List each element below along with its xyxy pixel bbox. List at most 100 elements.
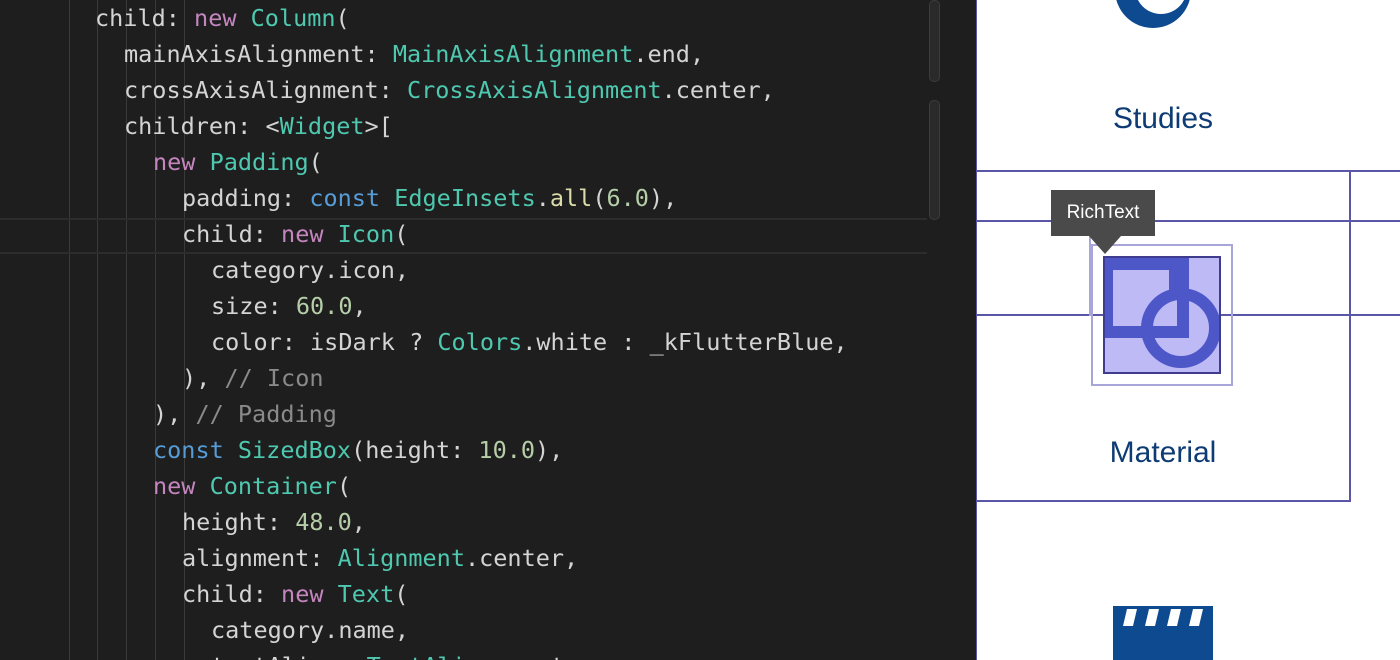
code-line[interactable]: ), // Icon — [182, 360, 324, 396]
code-token: EdgeInsets — [394, 184, 536, 212]
code-token: .white : _kFlutterBlue, — [522, 328, 848, 356]
code-line[interactable]: category.icon, — [211, 252, 409, 288]
code-line[interactable]: children: <Widget>[ — [124, 108, 393, 144]
code-token: new — [153, 472, 210, 500]
indent-guide — [69, 0, 70, 660]
scrollbar-thumb[interactable] — [929, 100, 940, 220]
code-token: 60.0 — [295, 292, 353, 320]
code-token: child: — [182, 220, 282, 248]
tooltip-arrow — [1089, 236, 1121, 254]
code-token: Colors — [437, 328, 523, 356]
code-token: textAlign: — [211, 652, 367, 660]
code-token: category.name, — [211, 616, 410, 644]
code-token: .end, — [633, 40, 705, 68]
code-token: all — [549, 184, 593, 212]
code-token: new — [281, 220, 338, 248]
debug-outline — [977, 500, 1349, 502]
code-line[interactable]: new Container( — [153, 468, 351, 504]
code-token: .center, — [661, 76, 775, 104]
code-token: padding: — [182, 184, 310, 212]
code-token: ( — [394, 220, 409, 248]
code-editor[interactable]: child: new Column(mainAxisAlignment: Mai… — [0, 0, 940, 660]
code-token: child: — [95, 4, 195, 32]
code-token: new — [194, 4, 251, 32]
material-icon — [1105, 258, 1219, 368]
scrollbar-thumb[interactable] — [929, 0, 940, 82]
code-token: ), — [182, 364, 225, 392]
studies-icon — [1116, 0, 1190, 28]
editor-scrollbar[interactable] — [927, 0, 940, 660]
code-token: (height: — [351, 436, 479, 464]
code-line[interactable]: category.name, — [211, 612, 409, 648]
code-token: ( — [592, 184, 607, 212]
code-line[interactable]: crossAxisAlignment: CrossAxisAlignment.c… — [124, 72, 775, 108]
code-token: const — [309, 184, 395, 212]
code-line[interactable]: child: new Icon( — [182, 216, 408, 252]
code-token: color: isDark ? — [211, 328, 438, 356]
code-line[interactable]: textAlign: TextAlign.center, — [211, 648, 607, 660]
code-token: new — [281, 580, 338, 608]
debug-outline — [1349, 170, 1351, 502]
code-token: mainAxisAlignment: — [124, 40, 393, 68]
code-token: 6.0 — [606, 184, 649, 212]
code-token: crossAxisAlignment: — [124, 76, 407, 104]
code-token: >[ — [364, 112, 393, 140]
code-token: ), — [535, 436, 564, 464]
code-token: , — [351, 508, 366, 536]
code-line[interactable]: ), // Padding — [153, 396, 337, 432]
code-token: Text — [337, 580, 395, 608]
code-token: Widget — [279, 112, 365, 140]
widget-tooltip: RichText — [1051, 190, 1155, 236]
code-token: TextAlign — [367, 652, 494, 660]
code-token: new — [153, 148, 210, 176]
code-token: Icon — [337, 220, 395, 248]
code-token: ), — [153, 400, 196, 428]
code-line[interactable]: new Padding( — [153, 144, 323, 180]
code-token: ), — [648, 184, 678, 212]
material-icon-box[interactable] — [1103, 256, 1221, 374]
clapperboard-icon — [1113, 606, 1213, 660]
code-token: Column — [250, 4, 336, 32]
code-token: SizedBox — [237, 436, 352, 464]
code-token: child: — [182, 580, 282, 608]
code-token: MainAxisAlignment — [392, 40, 634, 68]
code-token: ( — [336, 472, 352, 500]
panel-divider — [940, 0, 976, 660]
code-token: category.icon, — [211, 256, 410, 284]
code-line[interactable]: mainAxisAlignment: MainAxisAlignment.end… — [124, 36, 704, 72]
code-line[interactable]: size: 60.0, — [211, 288, 367, 324]
code-token: Padding — [209, 148, 309, 176]
code-line[interactable]: child: new Text( — [182, 576, 408, 612]
code-token: Container — [209, 472, 337, 500]
code-token: alignment: — [182, 544, 338, 572]
code-token: . — [535, 184, 550, 212]
code-token: .center, — [464, 544, 579, 572]
code-line[interactable]: child: new Column( — [95, 0, 350, 36]
code-token: , — [352, 292, 367, 320]
indent-guide — [97, 0, 98, 660]
code-token: ( — [335, 4, 350, 32]
code-token: .center, — [494, 652, 607, 660]
code-token: Alignment — [337, 544, 465, 572]
code-token: size: — [211, 292, 296, 320]
code-token: ( — [394, 580, 409, 608]
code-token: const — [153, 436, 238, 464]
code-token: ( — [308, 148, 323, 176]
current-line-highlight — [0, 218, 936, 254]
code-line[interactable]: const SizedBox(height: 10.0), — [153, 432, 563, 468]
code-line[interactable]: alignment: Alignment.center, — [182, 540, 578, 576]
category-label-material: Material — [1109, 436, 1217, 469]
app-preview[interactable]: Studies RichText Material — [976, 0, 1400, 660]
debug-outline — [977, 170, 1400, 172]
code-line[interactable]: padding: const EdgeInsets.all(6.0), — [182, 180, 677, 216]
code-token: 48.0 — [295, 508, 352, 536]
code-token: CrossAxisAlignment — [406, 76, 662, 104]
code-line[interactable]: color: isDark ? Colors.white : _kFlutter… — [211, 324, 848, 360]
code-line[interactable]: height: 48.0, — [182, 504, 366, 540]
code-token: height: — [182, 508, 296, 536]
code-token: // Icon — [224, 364, 324, 392]
category-label-studies: Studies — [1112, 102, 1214, 135]
code-token: 10.0 — [478, 436, 536, 464]
code-token: // Padding — [195, 400, 337, 428]
debug-outline — [977, 220, 1400, 222]
